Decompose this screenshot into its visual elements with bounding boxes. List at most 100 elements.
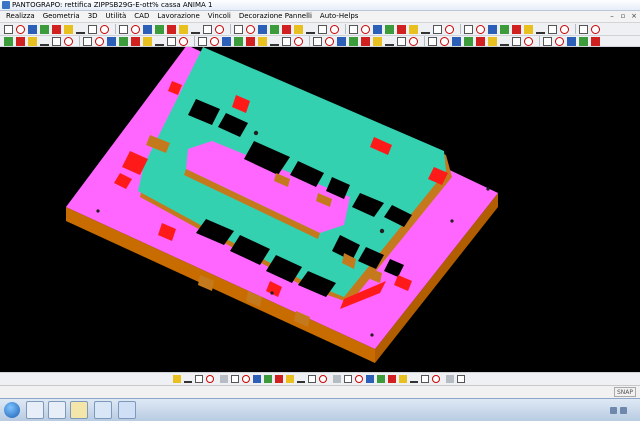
toolbar-tool-icon[interactable] xyxy=(488,24,497,34)
menu-item[interactable]: Utilità xyxy=(102,11,131,22)
cad-app-icon[interactable] xyxy=(94,401,112,419)
toolbar-tool-icon[interactable] xyxy=(131,36,140,46)
toolbar-tool-icon[interactable] xyxy=(397,24,406,34)
toolbar-tool-icon[interactable] xyxy=(555,36,564,46)
toolbar-tool-icon[interactable] xyxy=(524,36,533,46)
toolbar-tool-icon[interactable] xyxy=(349,36,358,46)
toolbar-tool-icon[interactable] xyxy=(258,36,267,46)
toolbar-tool-icon[interactable] xyxy=(203,24,212,34)
toolbar-tool-icon[interactable] xyxy=(591,24,600,34)
toolbar-tool-icon[interactable] xyxy=(452,36,461,46)
toolbar-tool-icon[interactable] xyxy=(191,25,200,34)
menu-item[interactable]: Vincoli xyxy=(204,11,235,22)
toolbar-tool-icon[interactable] xyxy=(440,36,449,46)
toolbar-tool-icon[interactable] xyxy=(349,24,358,34)
toolbar-tool-icon[interactable] xyxy=(524,24,533,34)
toolbar-tool-icon[interactable] xyxy=(198,36,207,46)
toolbar-tool-icon[interactable] xyxy=(64,24,73,34)
toolbar-tool-icon[interactable] xyxy=(155,37,164,46)
snap-indicator[interactable]: SNAP xyxy=(614,387,636,397)
toolbar-tool-icon[interactable] xyxy=(4,36,13,46)
toolbar-tool-icon[interactable] xyxy=(241,375,250,383)
toolbar-tool-icon[interactable] xyxy=(263,375,272,383)
toolbar-tool-icon[interactable] xyxy=(246,36,255,46)
toolbar-tool-icon[interactable] xyxy=(387,375,396,383)
toolbar-tool-icon[interactable] xyxy=(409,24,418,34)
toolbar-tool-icon[interactable] xyxy=(215,24,224,34)
menu-item[interactable]: Geometria xyxy=(39,11,84,22)
toolbar-tool-icon[interactable] xyxy=(274,375,283,383)
toolbar-tool-icon[interactable] xyxy=(28,24,37,34)
toolbar-tool-icon[interactable] xyxy=(500,24,509,34)
toolbar-tool-icon[interactable] xyxy=(194,375,203,383)
toolbar-tool-icon[interactable] xyxy=(428,36,437,46)
toolbar-tool-icon[interactable] xyxy=(325,36,334,46)
toolbar-tool-icon[interactable] xyxy=(205,375,214,383)
toolbar-tool-icon[interactable] xyxy=(354,375,363,383)
toolbar-tool-icon[interactable] xyxy=(464,24,473,34)
menu-item[interactable]: Decorazione Pannelli xyxy=(235,11,316,22)
toolbar-tool-icon[interactable] xyxy=(179,36,188,46)
toolbar-tool-icon[interactable] xyxy=(131,24,140,34)
toolbar-tool-icon[interactable] xyxy=(40,37,49,46)
toolbar-tool-icon[interactable] xyxy=(246,24,255,34)
toolbar-tool-icon[interactable] xyxy=(318,375,327,383)
explorer-icon[interactable] xyxy=(26,401,44,419)
toolbar-tool-icon[interactable] xyxy=(567,36,576,46)
volume-icon[interactable] xyxy=(620,406,627,414)
toolbar-tool-icon[interactable] xyxy=(183,375,192,383)
toolbar-tool-icon[interactable] xyxy=(40,24,49,34)
toolbar-tool-icon[interactable] xyxy=(361,24,370,34)
toolbar-tool-icon[interactable] xyxy=(431,375,440,383)
toolbar-tool-icon[interactable] xyxy=(318,24,327,34)
toolbar-tool-icon[interactable] xyxy=(343,375,352,383)
toolbar-tool-icon[interactable] xyxy=(52,36,61,46)
toolbar-tool-icon[interactable] xyxy=(294,36,303,46)
toolbar-tool-icon[interactable] xyxy=(548,24,557,34)
toolbar-tool-icon[interactable] xyxy=(512,36,521,46)
toolbar-tool-icon[interactable] xyxy=(16,36,25,46)
toolbar-tool-icon[interactable] xyxy=(543,36,552,46)
toolbar-tool-icon[interactable] xyxy=(285,375,294,383)
toolbar-tool-icon[interactable] xyxy=(76,25,85,34)
toolbar-tool-icon[interactable] xyxy=(409,36,418,46)
toolbar-tool-icon[interactable] xyxy=(536,25,545,34)
network-icon[interactable] xyxy=(610,406,617,414)
toolbar-tool-icon[interactable] xyxy=(222,36,231,46)
toolbar-tool-icon[interactable] xyxy=(376,375,385,383)
toolbar-tool-icon[interactable] xyxy=(172,375,181,383)
toolbar-tool-icon[interactable] xyxy=(294,24,303,34)
toolbar-tool-icon[interactable] xyxy=(270,37,279,46)
toolbar-tool-icon[interactable] xyxy=(64,36,73,46)
toolbar-tool-icon[interactable] xyxy=(296,375,305,383)
toolbar-tool-icon[interactable] xyxy=(143,24,152,34)
toolbar-tool-icon[interactable] xyxy=(397,36,406,46)
toolbar-tool-icon[interactable] xyxy=(398,375,407,383)
toolbar-tool-icon[interactable] xyxy=(234,36,243,46)
toolbar-tool-icon[interactable] xyxy=(385,37,394,46)
start-orb-icon[interactable] xyxy=(4,402,20,418)
toolbar-tool-icon[interactable] xyxy=(591,36,600,46)
toolbar-tool-icon[interactable] xyxy=(560,24,569,34)
toolbar-tool-icon[interactable] xyxy=(252,375,261,383)
toolbar-tool-icon[interactable] xyxy=(119,24,128,34)
toolbar-tool-icon[interactable] xyxy=(373,36,382,46)
menu-item[interactable]: 3D xyxy=(84,11,102,22)
close-icon[interactable]: × xyxy=(630,12,638,20)
toolbar-tool-icon[interactable] xyxy=(330,24,339,34)
toolbar-tool-icon[interactable] xyxy=(16,24,25,34)
toolbar-tool-icon[interactable] xyxy=(365,375,374,383)
toolbar-tool-icon[interactable] xyxy=(52,24,61,34)
toolbar-tool-icon[interactable] xyxy=(476,36,485,46)
restore-icon[interactable]: ▫ xyxy=(619,12,627,20)
toolbar-tool-icon[interactable] xyxy=(179,24,188,34)
toolbar-tool-icon[interactable] xyxy=(230,375,239,383)
toolbar-tool-icon[interactable] xyxy=(88,24,97,34)
media-icon[interactable] xyxy=(48,401,66,419)
toolbar-tool-icon[interactable] xyxy=(107,36,116,46)
toolbar-tool-icon[interactable] xyxy=(373,24,382,34)
toolbar-tool-icon[interactable] xyxy=(488,36,497,46)
toolbar-tool-icon[interactable] xyxy=(210,36,219,46)
toolbar-tool-icon[interactable] xyxy=(337,36,346,46)
toolbar-tool-icon[interactable] xyxy=(512,24,521,34)
